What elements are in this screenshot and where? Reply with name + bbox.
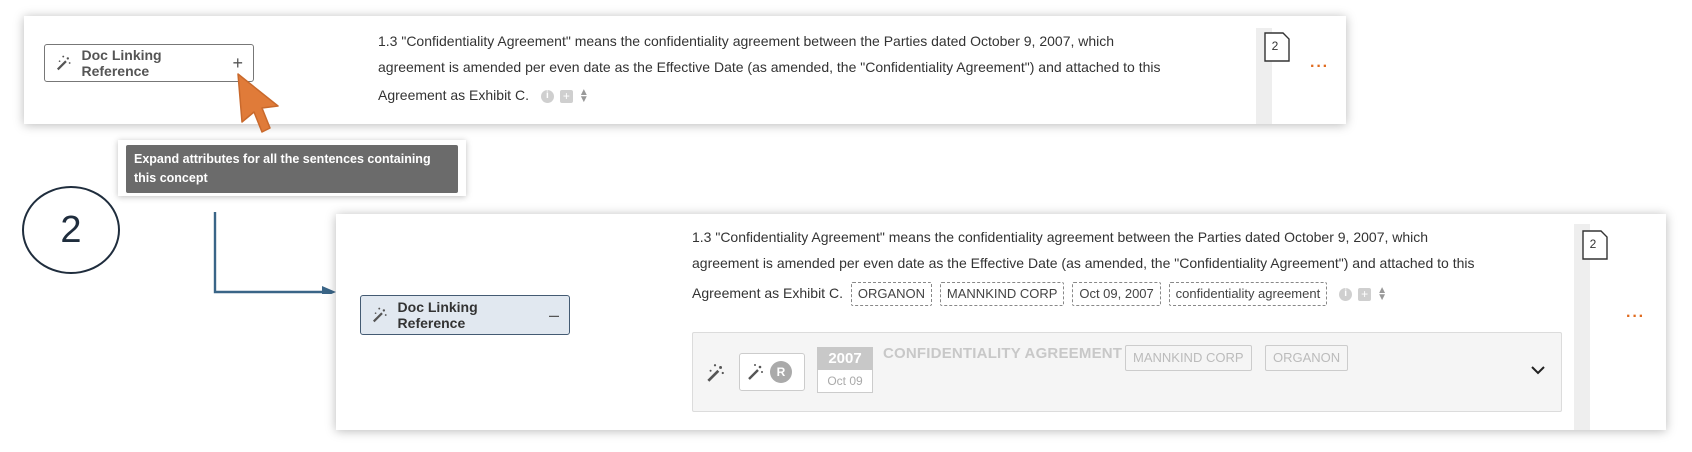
sentence-actions: i + ▲ ▼: [1339, 286, 1387, 303]
sentence-line: agreement is amended per even date as th…: [692, 255, 1475, 271]
date-attribute: 2007 Oct 09: [817, 347, 873, 393]
entity-tag[interactable]: MANNKIND CORP: [939, 282, 1065, 306]
entity-tag[interactable]: ORGANON: [850, 282, 933, 306]
sentence-line-text: Agreement as Exhibit C.: [692, 285, 843, 301]
attribute-tag: MANNKIND CORP: [1125, 345, 1252, 371]
magic-wand-icon: [748, 364, 763, 380]
sort-icon[interactable]: ▲ ▼: [579, 88, 589, 105]
sentence-line-text: Agreement as Exhibit C.: [378, 87, 529, 103]
add-icon[interactable]: +: [1358, 287, 1372, 301]
entity-tag[interactable]: Oct 09, 2007: [1072, 282, 1161, 306]
pill-label: Doc Linking Reference: [81, 47, 162, 79]
expand-toggle[interactable]: +: [232, 53, 243, 74]
sort-icon[interactable]: ▲ ▼: [1377, 286, 1387, 303]
sentence-line: Agreement as Exhibit C. ORGANON MANNKIND…: [692, 276, 1475, 310]
sentence-line: Agreement as Exhibit C. i + ▲ ▼: [378, 80, 1161, 110]
sentence-line: 1.3 "Confidentiality Agreement" means th…: [378, 33, 1115, 49]
sentence-line: agreement is amended per even date as th…: [378, 59, 1161, 75]
magic-wand-icon: [707, 364, 724, 382]
pill-label: Doc Linking Reference: [397, 299, 478, 331]
sentence-actions: i + ▲ ▼: [540, 88, 589, 105]
page-number: 2: [1589, 237, 1597, 251]
expand-attributes-tooltip: Expand attributes for all the sentences …: [126, 145, 458, 193]
attributes-panel: R 2007 Oct 09 CONFIDENTIALITY AGREEMENT …: [692, 332, 1562, 412]
mouse-cursor-icon: [237, 73, 279, 133]
page-number: 2: [1271, 39, 1279, 53]
info-icon[interactable]: i: [540, 89, 554, 103]
collapse-toggle[interactable]: –: [549, 305, 559, 326]
attribute-tag: ORGANON: [1265, 345, 1349, 371]
magic-wand-icon: [372, 307, 387, 323]
page-doc-icon[interactable]: 2: [1264, 32, 1290, 62]
relation-button[interactable]: R: [739, 353, 805, 391]
info-icon[interactable]: i: [1339, 287, 1353, 301]
tooltip-text: Expand attributes for all the sentences …: [134, 152, 431, 185]
page-doc-icon[interactable]: 2: [1582, 230, 1608, 260]
step-number-circle: 2: [22, 186, 120, 274]
entity-tag[interactable]: confidentiality agreement: [1168, 282, 1328, 306]
date-year: 2007: [817, 347, 873, 370]
chevron-down-icon[interactable]: [1531, 365, 1545, 375]
doc-linking-reference-pill-active[interactable]: Doc Linking Reference –: [360, 295, 570, 335]
attribute-title: CONFIDENTIALITY AGREEMENT: [883, 345, 1123, 362]
doc-linking-reference-pill[interactable]: Doc Linking Reference +: [44, 44, 254, 82]
step-number: 2: [60, 208, 82, 251]
connector-arrow: [213, 212, 336, 294]
add-icon[interactable]: +: [559, 89, 573, 103]
top-sentence: 1.3 "Confidentiality Agreement" means th…: [378, 28, 1161, 110]
date-day: Oct 09: [817, 370, 873, 393]
relation-badge: R: [770, 361, 792, 383]
bottom-sentence: 1.3 "Confidentiality Agreement" means th…: [692, 224, 1475, 310]
more-options-button[interactable]: ···: [1626, 308, 1645, 326]
magic-wand-icon: [56, 55, 71, 71]
sentence-line: 1.3 "Confidentiality Agreement" means th…: [692, 229, 1429, 245]
more-options-button[interactable]: ···: [1310, 58, 1329, 76]
